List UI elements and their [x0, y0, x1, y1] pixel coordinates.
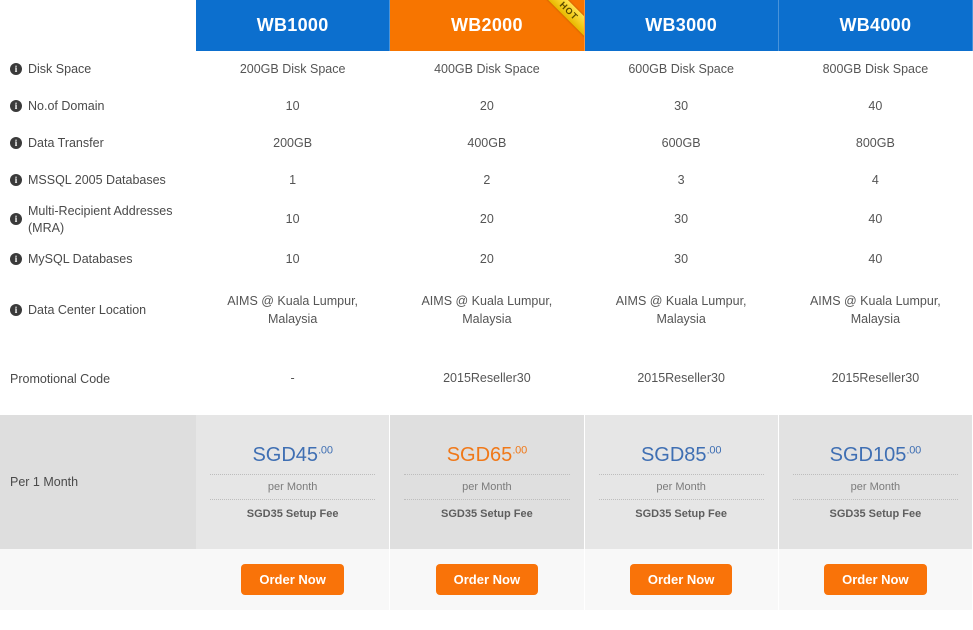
cell-wb1000: 200GB	[196, 125, 391, 162]
cell-wb1000: 1	[196, 162, 391, 199]
cell-wb4000: 40	[779, 88, 973, 125]
cell-wb1000: 10	[196, 88, 391, 125]
plan-name: WB2000	[450, 15, 523, 35]
price-cents: .00	[318, 444, 333, 457]
cell-wb3000: 600GB	[585, 125, 779, 162]
price-amount: SGD85.00	[598, 444, 764, 475]
cell-wb1000: 200GB Disk Space	[196, 51, 391, 88]
plan-header-wb1000: WB1000	[196, 0, 391, 51]
row-label-data-transfer: i Data Transfer	[0, 125, 196, 162]
plan-name: WB3000	[645, 15, 718, 35]
plan-header-wb3000: WB3000	[584, 0, 779, 51]
info-icon[interactable]: i	[10, 303, 22, 316]
order-row-label-cell	[0, 549, 196, 610]
info-icon[interactable]: i	[10, 173, 22, 186]
cell-wb4000: 40	[779, 199, 973, 241]
setup-fee: SGD35 Setup Fee	[829, 508, 922, 520]
cell-wb1000: 10	[196, 241, 391, 278]
cell-wb2000: 20	[390, 241, 585, 278]
row-label-text: Multi-Recipient Addresses (MRA)	[28, 204, 173, 235]
cell-wb2000: AIMS @ Kuala Lumpur, Malaysia	[390, 278, 585, 343]
setup-fee: SGD35 Setup Fee	[441, 508, 533, 520]
info-icon[interactable]: i	[10, 62, 22, 75]
order-now-button-wb2000[interactable]: Order Now	[435, 564, 539, 595]
plan-header-wb4000: WB4000	[778, 0, 973, 51]
row-label-mssql-2005-databases: i MSSQL 2005 Databases	[0, 162, 196, 199]
price-amount: SGD105.00	[792, 444, 958, 475]
info-icon[interactable]: i	[10, 213, 22, 225]
cell-wb3000: 2015Reseller30	[585, 343, 779, 415]
cell-wb4000: 2015Reseller30	[779, 343, 973, 415]
price-cents: .00	[706, 444, 722, 457]
info-icon[interactable]: i	[10, 99, 22, 112]
price-period: per Month	[792, 475, 958, 500]
price-cell-wb3000: SGD85.00 per Month SGD35 Setup Fee	[584, 415, 779, 549]
cell-wb3000: 30	[585, 88, 779, 125]
row-label-text: Disk Space	[28, 62, 92, 77]
row-label-data-center-location: i Data Center Location	[0, 278, 196, 343]
price-cents: .00	[906, 444, 922, 457]
price-cents: .00	[512, 444, 528, 457]
price-amount: SGD65.00	[404, 444, 570, 475]
price-cell-wb2000: SGD65.00 per Month SGD35 Setup Fee	[390, 415, 585, 549]
price-cell-wb4000: SGD105.00 per Month SGD35 Setup Fee	[778, 415, 973, 549]
price-period: per Month	[210, 475, 376, 500]
cell-wb2000: 2015Reseller30	[390, 343, 585, 415]
table-corner-cell	[0, 0, 196, 51]
cell-wb4000: 4	[779, 162, 973, 199]
cell-wb1000: 10	[196, 199, 391, 241]
order-cell-wb3000: Order Now	[584, 549, 779, 610]
cell-wb4000: 40	[779, 241, 973, 278]
row-label-text: MySQL Databases	[28, 252, 133, 267]
cell-wb2000: 20	[390, 88, 585, 125]
price-period: per Month	[598, 475, 764, 500]
setup-fee: SGD35 Setup Fee	[246, 508, 339, 520]
cell-wb3000: 30	[585, 241, 779, 278]
cell-wb3000: 600GB Disk Space	[585, 51, 779, 88]
cell-wb1000: AIMS @ Kuala Lumpur, Malaysia	[196, 278, 391, 343]
pricing-table: WB1000 WB2000 HOT WB3000 WB4000 i Disk Sp…	[0, 0, 973, 630]
row-label-disk-space: i Disk Space	[0, 51, 196, 88]
row-label-promotional-code: Promotional Code	[0, 343, 196, 415]
setup-fee: SGD35 Setup Fee	[635, 508, 727, 520]
cell-wb3000: 30	[585, 199, 779, 241]
info-icon[interactable]: i	[10, 252, 22, 265]
row-label-no-of-domain: i No.of Domain	[0, 88, 196, 125]
info-icon[interactable]: i	[10, 136, 22, 149]
row-label-multi-recipient-addresses-mra: i Multi-Recipient Addresses (MRA)	[0, 199, 196, 241]
cell-wb2000: 400GB Disk Space	[390, 51, 585, 88]
price-amount: SGD45.00	[210, 444, 376, 475]
order-cell-wb4000: Order Now	[778, 549, 973, 610]
row-label-text: Promotional Code	[10, 371, 111, 386]
cell-wb3000: AIMS @ Kuala Lumpur, Malaysia	[585, 278, 779, 343]
cell-wb2000: 400GB	[390, 125, 585, 162]
plan-name: WB1000	[256, 15, 329, 35]
row-label-mysql-databases: i MySQL Databases	[0, 241, 196, 278]
plan-header-wb2000: WB2000 HOT	[390, 0, 585, 51]
cell-wb1000: -	[196, 343, 391, 415]
price-period: per Month	[404, 475, 570, 500]
hot-badge: HOT	[535, 0, 584, 44]
cell-wb4000: AIMS @ Kuala Lumpur, Malaysia	[779, 278, 973, 343]
row-label-per-1-month: Per 1 Month	[0, 415, 196, 549]
order-now-button-wb3000[interactable]: Order Now	[629, 564, 733, 595]
order-cell-wb1000: Order Now	[196, 549, 391, 610]
row-label-text: Data Center Location	[28, 303, 147, 318]
row-label-text: No.of Domain	[28, 99, 105, 114]
order-now-button-wb1000[interactable]: Order Now	[241, 564, 344, 595]
plan-name: WB4000	[839, 15, 912, 35]
cell-wb3000: 3	[585, 162, 779, 199]
order-now-button-wb4000[interactable]: Order Now	[824, 564, 927, 595]
cell-wb4000: 800GB	[779, 125, 973, 162]
cell-wb4000: 800GB Disk Space	[779, 51, 973, 88]
cell-wb2000: 2	[390, 162, 585, 199]
order-cell-wb2000: Order Now	[390, 549, 585, 610]
cell-wb2000: 20	[390, 199, 585, 241]
row-label-text: Data Transfer	[28, 136, 104, 151]
price-cell-wb1000: SGD45.00 per Month SGD35 Setup Fee	[196, 415, 391, 549]
row-label-text: MSSQL 2005 Databases	[28, 173, 166, 188]
